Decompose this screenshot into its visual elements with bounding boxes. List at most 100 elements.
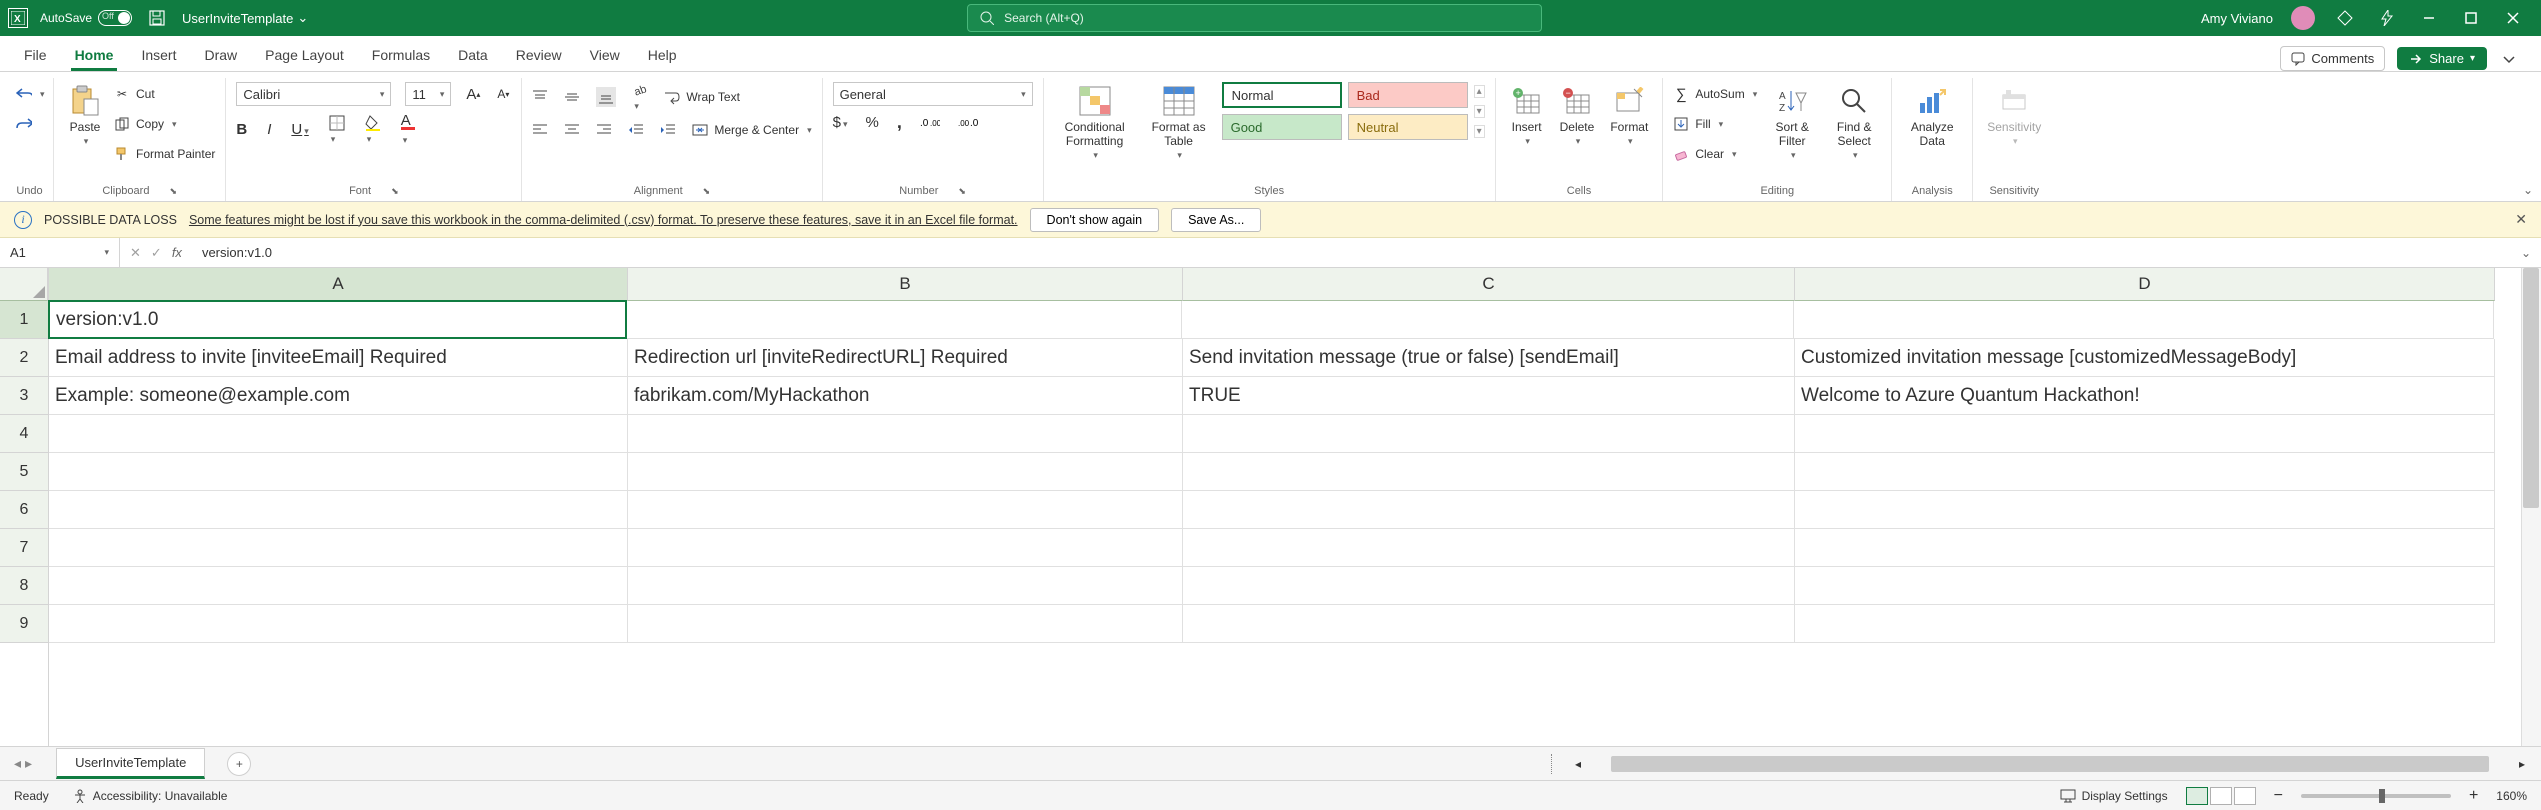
style-good[interactable]: Good — [1222, 114, 1342, 140]
border-button[interactable]: ▾ — [329, 115, 345, 145]
filename-dropdown[interactable]: UserInviteTemplate ⌄ — [182, 10, 308, 26]
add-sheet-button[interactable]: + — [227, 752, 251, 776]
cell[interactable] — [1795, 567, 2495, 605]
paste-button[interactable]: Paste▾ — [64, 82, 106, 149]
cell[interactable]: Welcome to Azure Quantum Hackathon! — [1795, 377, 2495, 415]
status-accessibility[interactable]: Accessibility: Unavailable — [73, 789, 228, 803]
cell[interactable]: TRUE — [1183, 377, 1795, 415]
message-text[interactable]: Some features might be lost if you save … — [189, 213, 1018, 227]
close-button[interactable] — [2501, 6, 2525, 30]
cell[interactable] — [1183, 567, 1795, 605]
percent-icon[interactable]: % — [865, 114, 878, 131]
row-header[interactable]: 3 — [0, 377, 48, 415]
tab-page-layout[interactable]: Page Layout — [251, 39, 358, 71]
row-header[interactable]: 9 — [0, 605, 48, 643]
tab-view[interactable]: View — [576, 39, 634, 71]
cell[interactable] — [1183, 491, 1795, 529]
row-header[interactable]: 8 — [0, 567, 48, 605]
cell[interactable] — [628, 415, 1183, 453]
tab-draw[interactable]: Draw — [190, 39, 251, 71]
zoom-in-button[interactable]: + — [2469, 787, 2478, 805]
cell[interactable]: Email address to invite [inviteeEmail] R… — [49, 339, 628, 377]
bold-button[interactable]: B — [236, 121, 247, 138]
tab-help[interactable]: Help — [634, 39, 691, 71]
clear-button[interactable]: Clear▾ — [1673, 142, 1757, 166]
cell[interactable] — [1795, 453, 2495, 491]
name-box[interactable]: A1▾ — [0, 238, 120, 267]
tab-data[interactable]: Data — [444, 39, 502, 71]
decrease-indent-icon[interactable] — [628, 122, 644, 138]
sensitivity-button[interactable]: Sensitivity▾ — [1983, 82, 2045, 149]
cell[interactable] — [1795, 491, 2495, 529]
increase-decimal-icon[interactable]: .0.00 — [920, 116, 940, 130]
tab-review[interactable]: Review — [502, 39, 576, 71]
fill-color-button[interactable]: ▾ — [365, 115, 381, 145]
style-normal[interactable]: Normal — [1222, 82, 1342, 108]
fill-button[interactable]: Fill▾ — [1673, 112, 1757, 136]
analyze-data-button[interactable]: Analyze Data — [1902, 82, 1962, 150]
cell[interactable] — [1183, 529, 1795, 567]
align-center-icon[interactable] — [564, 122, 580, 138]
sheet-tab-active[interactable]: UserInviteTemplate — [56, 748, 205, 779]
cell[interactable] — [49, 453, 628, 491]
zoom-slider[interactable] — [2301, 794, 2451, 798]
cell[interactable] — [49, 605, 628, 643]
number-launcher[interactable]: ⬊ — [958, 186, 966, 197]
font-launcher[interactable]: ⬊ — [391, 186, 399, 197]
cancel-formula-icon[interactable]: ✕ — [130, 245, 141, 261]
maximize-button[interactable] — [2459, 6, 2483, 30]
comma-icon[interactable]: , — [897, 112, 902, 133]
cell[interactable] — [628, 491, 1183, 529]
styles-up-icon[interactable]: ▴ — [1474, 85, 1485, 98]
cell[interactable] — [49, 491, 628, 529]
alignment-launcher[interactable]: ⬊ — [703, 186, 711, 197]
formula-input[interactable]: version:v1.0 — [192, 245, 2511, 260]
cell[interactable] — [628, 453, 1183, 491]
row-header[interactable]: 4 — [0, 415, 48, 453]
cell[interactable] — [1795, 529, 2495, 567]
styles-down-icon[interactable]: ▾ — [1474, 105, 1485, 118]
cell[interactable] — [627, 301, 1182, 339]
align-top-icon[interactable] — [532, 89, 548, 105]
save-as-button[interactable]: Save As... — [1171, 208, 1261, 232]
autosum-button[interactable]: ∑AutoSum▾ — [1673, 82, 1757, 106]
tab-file[interactable]: File — [10, 39, 61, 71]
redo-button[interactable] — [16, 112, 32, 136]
currency-icon[interactable]: $▾ — [833, 114, 848, 131]
autosave-toggle[interactable]: AutoSave Off — [40, 10, 132, 26]
increase-font-icon[interactable]: A▴ — [465, 86, 481, 102]
share-button[interactable]: Share ▾ — [2397, 47, 2487, 70]
font-size-dropdown[interactable]: 11▾ — [405, 82, 451, 106]
number-format-dropdown[interactable]: General▾ — [833, 82, 1033, 106]
diamond-icon[interactable] — [2333, 6, 2357, 30]
style-bad[interactable]: Bad — [1348, 82, 1468, 108]
style-neutral[interactable]: Neutral — [1348, 114, 1468, 140]
italic-button[interactable]: I — [267, 121, 271, 138]
cell[interactable] — [628, 529, 1183, 567]
cell[interactable] — [628, 605, 1183, 643]
align-right-icon[interactable] — [596, 122, 612, 138]
column-header[interactable]: C — [1183, 268, 1795, 301]
sort-filter-button[interactable]: AZSort & Filter▾ — [1765, 82, 1819, 163]
column-header[interactable]: D — [1795, 268, 2495, 301]
cell[interactable] — [49, 567, 628, 605]
row-header[interactable]: 2 — [0, 339, 48, 377]
user-avatar[interactable] — [2291, 6, 2315, 30]
font-name-dropdown[interactable]: Calibri▾ — [236, 82, 391, 106]
column-header[interactable]: B — [628, 268, 1183, 301]
format-cells-button[interactable]: Format▾ — [1606, 82, 1652, 149]
align-left-icon[interactable] — [532, 122, 548, 138]
scroll-split-icon[interactable] — [1551, 754, 1559, 774]
hscroll-right-icon[interactable]: ▸ — [2513, 757, 2531, 771]
align-bottom-icon[interactable] — [596, 87, 616, 107]
vertical-scrollbar[interactable] — [2521, 268, 2541, 746]
cut-button[interactable]: ✂Cut — [114, 82, 215, 106]
conditional-formatting-button[interactable]: Conditional Formatting▾ — [1054, 82, 1136, 163]
cell[interactable] — [49, 529, 628, 567]
cell[interactable]: version:v1.0 — [48, 300, 627, 339]
insert-cells-button[interactable]: +Insert▾ — [1506, 82, 1548, 149]
styles-more-icon[interactable]: ▾ — [1474, 125, 1485, 138]
find-select-button[interactable]: Find & Select▾ — [1827, 82, 1881, 163]
column-header[interactable]: A — [49, 268, 628, 301]
enter-formula-icon[interactable]: ✓ — [151, 245, 162, 261]
